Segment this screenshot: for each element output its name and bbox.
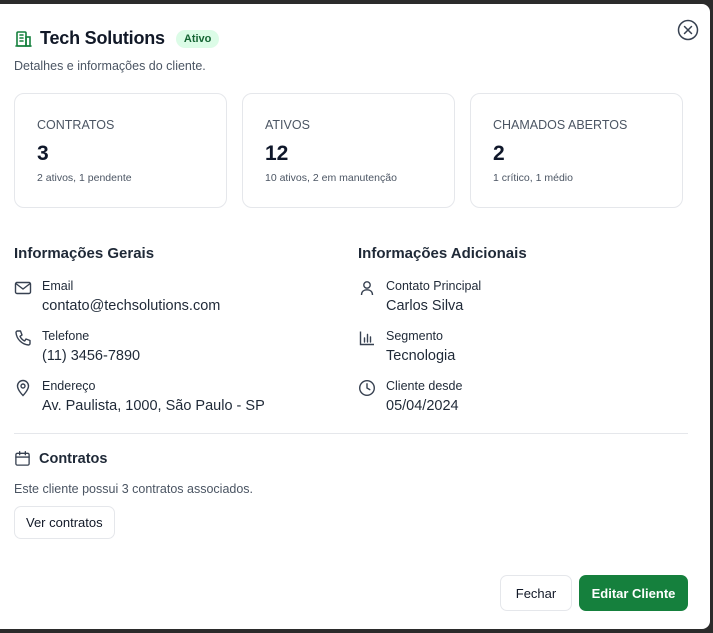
info-email: Email contato@techsolutions.com <box>14 279 220 314</box>
info-label: Telefone <box>42 329 90 343</box>
edit-client-button[interactable]: Editar Cliente <box>579 575 688 611</box>
stat-detail: 1 crítico, 1 médio <box>493 172 573 184</box>
mail-icon <box>14 281 32 295</box>
info-address: Endereço Av. Paulista, 1000, São Paulo -… <box>14 379 265 414</box>
contracts-title: Contratos <box>39 450 108 467</box>
info-value: Tecnologia <box>386 348 456 364</box>
contracts-heading: Contratos <box>14 450 107 467</box>
info-label: Contato Principal <box>386 279 482 293</box>
info-label: Segmento <box>386 329 443 343</box>
map-pin-icon <box>16 379 30 397</box>
stat-value: 2 <box>493 142 505 165</box>
info-value: Carlos Silva <box>386 298 464 314</box>
info-segment: Segmento Tecnologia <box>358 329 455 364</box>
stats-cards: CONTRATOS 3 2 ativos, 1 pendente ATIVOS … <box>14 93 683 208</box>
section-divider <box>14 433 688 434</box>
close-icon <box>677 19 699 41</box>
info-value: (11) 3456-7890 <box>42 348 141 364</box>
bar-chart-icon <box>359 331 374 346</box>
calendar-icon <box>15 451 30 466</box>
stat-label: CHAMADOS ABERTOS <box>493 118 628 132</box>
view-contracts-button[interactable]: Ver contratos <box>14 506 115 539</box>
info-value: Av. Paulista, 1000, São Paulo - SP <box>42 398 265 414</box>
info-label: Email <box>42 279 74 293</box>
user-icon <box>360 281 374 296</box>
stat-detail: 2 ativos, 1 pendente <box>37 172 132 184</box>
info-main-contact: Contato Principal Carlos Silva <box>358 279 481 314</box>
stat-label: CONTRATOS <box>37 118 115 132</box>
additional-info-heading: Informações Adicionais <box>358 245 527 262</box>
info-value: 05/04/2024 <box>386 398 459 414</box>
building-icon <box>15 30 32 47</box>
stat-card-tickets: CHAMADOS ABERTOS 2 1 crítico, 1 médio <box>470 93 683 208</box>
stat-card-contracts: CONTRATOS 3 2 ativos, 1 pendente <box>14 93 227 208</box>
phone-icon <box>15 330 31 346</box>
general-info-heading: Informações Gerais <box>14 245 155 262</box>
close-button[interactable]: Fechar <box>500 575 572 611</box>
clock-icon <box>358 379 376 397</box>
stat-detail: 10 ativos, 2 em manutenção <box>265 172 397 184</box>
stat-card-assets: ATIVOS 12 10 ativos, 2 em manutenção <box>242 93 455 208</box>
close-dialog-button[interactable] <box>677 19 699 41</box>
page-title: Tech Solutions <box>40 28 165 48</box>
stat-label: ATIVOS <box>265 118 310 132</box>
stat-value: 12 <box>265 142 289 165</box>
contracts-description: Este cliente possui 3 contratos associad… <box>14 482 254 496</box>
dialog-header: Tech Solutions Ativo <box>14 28 220 49</box>
client-details-dialog: Tech Solutions Ativo Detalhes e informaç… <box>0 4 710 629</box>
dialog-subtitle: Detalhes e informações do cliente. <box>14 59 206 73</box>
info-client-since: Cliente desde 05/04/2024 <box>358 379 462 414</box>
stat-value: 3 <box>37 142 49 165</box>
info-label: Endereço <box>42 379 96 393</box>
info-phone: Telefone (11) 3456-7890 <box>14 329 140 364</box>
info-value: contato@techsolutions.com <box>42 298 221 314</box>
status-badge: Ativo <box>175 29 220 48</box>
info-label: Cliente desde <box>386 379 463 393</box>
